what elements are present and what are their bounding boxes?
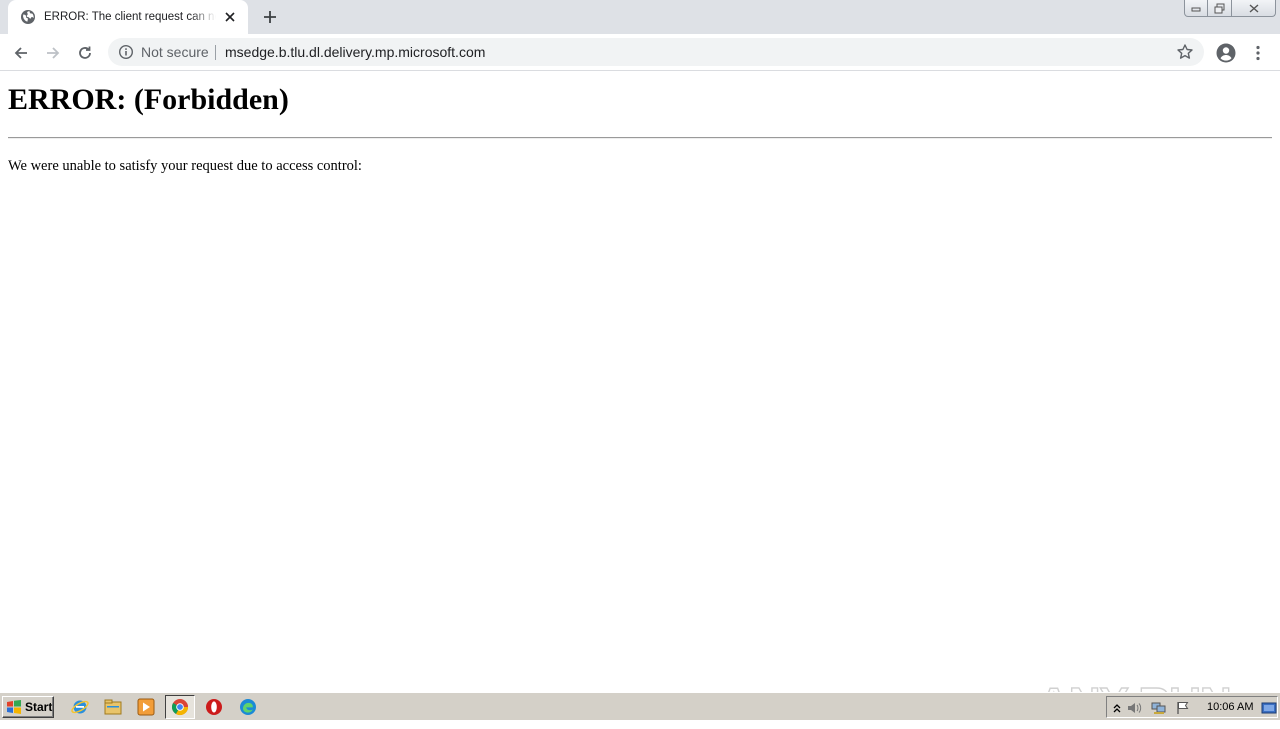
- show-hidden-icons-button[interactable]: [1109, 700, 1125, 716]
- plus-icon: [264, 11, 276, 23]
- divider: [8, 137, 1272, 139]
- show-hidden-icons-icon: [1113, 704, 1121, 713]
- back-button[interactable]: [8, 40, 34, 66]
- new-tab-button[interactable]: [258, 5, 282, 29]
- show-desktop-button[interactable]: [1261, 700, 1277, 716]
- omnibox-divider: [215, 45, 216, 60]
- browser-menu-button[interactable]: [1248, 40, 1268, 66]
- account-icon: [1216, 43, 1236, 63]
- browser-tab[interactable]: ERROR: The client request can not be sat…: [8, 0, 248, 34]
- kebab-menu-icon: [1256, 45, 1260, 61]
- network-button[interactable]: [1151, 700, 1167, 716]
- show-desktop-icon: [1261, 702, 1277, 714]
- reload-icon: [79, 46, 91, 59]
- taskbar-explorer-button[interactable]: [103, 697, 123, 717]
- close-icon: [225, 12, 235, 22]
- tab-close-button[interactable]: [222, 9, 238, 25]
- volume-icon: [1128, 703, 1142, 713]
- url-text[interactable]: msedge.b.tlu.dl.delivery.mp.microsoft.co…: [225, 44, 485, 60]
- system-tray: 10:06 AM: [1106, 696, 1278, 718]
- taskbar-opera-button[interactable]: [204, 697, 224, 717]
- close-icon: [1249, 3, 1258, 13]
- minimize-button[interactable]: [1184, 0, 1208, 17]
- back-arrow-icon: [14, 47, 27, 59]
- address-bar[interactable]: Not secure msedge.b.tlu.dl.delivery.mp.m…: [108, 38, 1204, 66]
- globe-icon: [21, 10, 35, 24]
- window-close-button[interactable]: [1232, 0, 1276, 17]
- taskbar-chrome-button[interactable]: [170, 697, 190, 717]
- taskbar: Start 10:06 AM: [0, 692, 1280, 720]
- browser-toolbar: Not secure msedge.b.tlu.dl.delivery.mp.m…: [0, 34, 1280, 71]
- page-content: ERROR: (Forbidden) We were unable to sat…: [0, 72, 1280, 729]
- tab-strip: ERROR: The client request can not be sat…: [0, 0, 1280, 34]
- start-label: Start: [25, 700, 53, 714]
- windows-logo-icon: [7, 700, 21, 714]
- file-explorer-icon: [104, 699, 122, 715]
- tab-title: ERROR: The client request can not be sat…: [44, 11, 216, 23]
- media-player-icon: [137, 698, 155, 716]
- action-center-button[interactable]: [1175, 700, 1191, 716]
- minimize-icon: [1191, 7, 1201, 12]
- start-button[interactable]: Start: [2, 696, 54, 718]
- edge-icon: [240, 699, 256, 715]
- star-icon[interactable]: [1176, 43, 1194, 61]
- security-label[interactable]: Not secure: [141, 44, 209, 60]
- taskbar-ie-button[interactable]: [70, 697, 90, 717]
- taskbar-edge-button[interactable]: [238, 697, 258, 717]
- taskbar-media-player-button[interactable]: [136, 697, 156, 717]
- volume-button[interactable]: [1127, 700, 1143, 716]
- action-center-flag-icon: [1177, 702, 1189, 714]
- restore-icon: [1214, 3, 1224, 13]
- forward-button[interactable]: [40, 40, 66, 66]
- info-icon[interactable]: [118, 44, 134, 60]
- clock[interactable]: 10:06 AM: [1207, 701, 1253, 713]
- restore-button[interactable]: [1208, 0, 1232, 17]
- network-icon: [1151, 702, 1166, 714]
- page-heading: ERROR: (Forbidden): [8, 83, 289, 116]
- profile-button[interactable]: [1213, 40, 1239, 66]
- reload-button[interactable]: [72, 40, 98, 66]
- error-message: We were unable to satisfy your request d…: [8, 158, 362, 174]
- chrome-icon: [171, 699, 189, 716]
- internet-explorer-icon: [71, 700, 89, 714]
- forward-arrow-icon: [47, 47, 60, 59]
- opera-icon: [206, 699, 222, 715]
